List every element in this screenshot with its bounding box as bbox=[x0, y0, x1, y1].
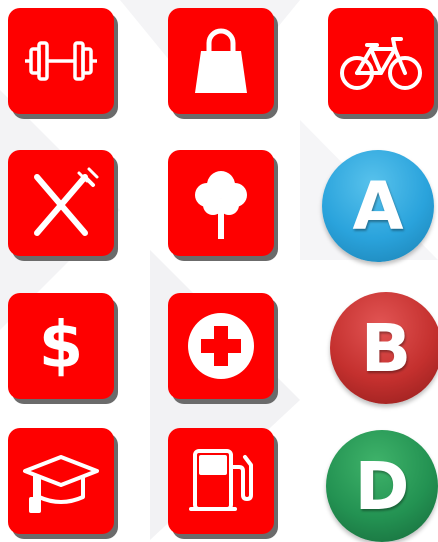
education-tile[interactable] bbox=[8, 428, 114, 534]
shopping-bag-icon bbox=[195, 28, 247, 93]
shopping-bag-tile[interactable] bbox=[168, 8, 274, 114]
badge-d[interactable]: D bbox=[326, 430, 438, 542]
fuel-tile[interactable] bbox=[168, 428, 274, 534]
restaurant-tile[interactable] bbox=[8, 150, 114, 256]
badge-a[interactable]: A bbox=[322, 150, 434, 262]
bicycle-icon bbox=[340, 37, 422, 90]
badge-a-letter: A bbox=[352, 167, 404, 245]
park-tile[interactable] bbox=[168, 150, 274, 256]
badge-b[interactable]: B bbox=[330, 292, 438, 404]
dumbbell-tile[interactable] bbox=[8, 8, 114, 114]
fuel-pump-icon bbox=[189, 449, 253, 511]
dumbbell-icon bbox=[25, 41, 97, 81]
badge-d-letter: D bbox=[354, 447, 410, 525]
money-tile[interactable]: $ bbox=[8, 293, 114, 399]
badge-b-letter: B bbox=[360, 309, 412, 387]
medical-cross-icon bbox=[188, 313, 254, 379]
graduation-cap-icon bbox=[23, 455, 99, 513]
tree-icon bbox=[195, 171, 247, 239]
dollar-icon: $ bbox=[38, 309, 84, 383]
medical-tile[interactable] bbox=[168, 293, 274, 399]
bicycle-tile[interactable] bbox=[328, 8, 434, 114]
fork-knife-icon bbox=[34, 167, 99, 236]
